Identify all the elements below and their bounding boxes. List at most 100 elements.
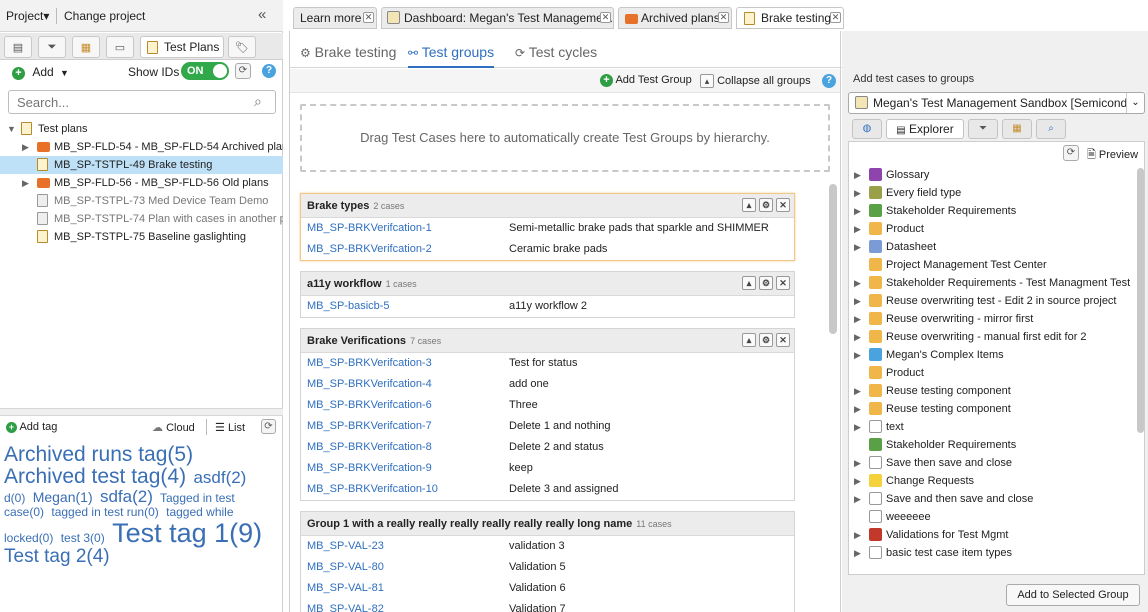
table-row[interactable]: MB_SP-VAL-82 Validation 7 [301,599,794,612]
add-tag-button[interactable]: + Add tag [6,421,57,433]
collapse-icon[interactable]: ▴ [742,333,756,347]
explorer-item[interactable]: Project Management Test Center [849,256,1137,274]
case-id-link[interactable]: MB_SP-BRKVerifcation-4 [307,374,432,395]
tag-link[interactable]: Megan(1) [33,489,93,505]
table-row[interactable]: MB_SP-BRKVerifcation-10 Delete 3 and assi… [301,479,794,500]
tag-link[interactable]: asdf(2) [193,468,246,487]
tree-root[interactable]: ▼ Test plans [0,120,283,138]
chevron-right-icon[interactable]: ▶ [854,418,861,436]
collapse-all-button[interactable]: ▴ Collapse all groups [700,74,811,88]
case-id-link[interactable]: MB_SP-BRKVerifcation-1 [307,218,432,239]
tab-grid[interactable]: ▦ [72,36,100,58]
tab-test-plans[interactable]: Test Plans [140,36,224,58]
tab-tags[interactable]: 🏷 [228,36,256,58]
table-row[interactable]: MB_SP-BRKVerifcation-3 Test for status [301,353,794,374]
tree-item-baseline[interactable]: MB_SP-TSTPL-75 Baseline gaslighting [0,228,283,246]
explorer-item[interactable]: ▶ Reuse testing component [849,400,1137,418]
project-select[interactable]: Megan's Test Management Sandbox [Semicon… [848,92,1145,114]
settings-icon[interactable]: ⚙ [759,333,773,347]
tab-search[interactable]: ⌕ [1036,119,1066,139]
chevron-right-icon[interactable]: ▶ [854,310,861,328]
show-ids-toggle[interactable]: ON [181,62,229,80]
chevron-right-icon[interactable]: ▶ [854,454,861,472]
case-id-link[interactable]: MB_SP-VAL-82 [307,599,384,612]
group-header[interactable]: Brake types 2 cases ▴ ⚙ ✕ [301,194,794,218]
explorer-item[interactable]: ▶ Stakeholder Requirements [849,202,1137,220]
explorer-item[interactable]: weeeeee [849,508,1137,526]
drop-zone[interactable]: Drag Test Cases here to automatically cr… [300,104,830,172]
chevron-right-icon[interactable]: ▶ [854,472,861,490]
tag-link[interactable]: Archived test tag(4) [4,465,186,488]
table-row[interactable]: MB_SP-BRKVerifcation-1 Semi-metallic brak… [301,218,794,239]
add-menu[interactable]: + Add ▼ [12,65,69,80]
chevron-right-icon[interactable]: ▶ [854,202,861,220]
case-id-link[interactable]: MB_SP-BRKVerifcation-10 [307,479,438,500]
case-id-link[interactable]: MB_SP-VAL-80 [307,557,384,578]
doc-tab-archived-plans[interactable]: Archived plans ✕ [618,7,732,29]
chevron-right-icon[interactable]: ▶ [854,292,861,310]
tab-list[interactable]: ▤ [4,36,32,58]
tag-link[interactable]: d(0) [4,491,25,505]
close-icon[interactable]: ✕ [776,198,790,212]
chevron-right-icon[interactable]: ▶ [854,544,861,562]
explorer-item[interactable]: ▶ Validations for Test Mgmt [849,526,1137,544]
explorer-item[interactable]: ▶ Reuse testing component [849,382,1137,400]
explorer-item[interactable]: ▶ Change Requests [849,472,1137,490]
tag-link[interactable]: sdfa(2) [100,487,153,506]
explorer-item[interactable]: ▶ Glossary [849,166,1137,184]
chevron-right-icon[interactable]: ▶ [854,490,861,508]
explorer-item[interactable]: ▶ text [849,418,1137,436]
explorer-item[interactable]: ▶ Every field type [849,184,1137,202]
tab-filter[interactable]: ⏷ [38,36,66,58]
close-icon[interactable]: ✕ [830,12,841,23]
table-row[interactable]: MB_SP-BRKVerifcation-4 add one [301,374,794,395]
chevron-right-icon[interactable]: ▶ [854,382,861,400]
table-row[interactable]: MB_SP-BRKVerifcation-2 Ceramic brake pads [301,239,794,260]
tab-test-groups[interactable]: ⚯ Test groups [408,44,495,68]
search-input[interactable] [8,90,276,114]
help-icon[interactable]: ? [262,64,276,78]
help-icon[interactable]: ? [822,74,836,88]
close-icon[interactable]: ✕ [776,333,790,347]
tree-item-brake-testing[interactable]: MB_SP-TSTPL-49 Brake testing [0,156,283,174]
project-menu[interactable]: Project▾ [6,9,49,23]
table-row[interactable]: MB_SP-BRKVerifcation-9 keep [301,458,794,479]
case-id-link[interactable]: MB_SP-BRKVerifcation-2 [307,239,432,260]
tag-link[interactable]: tagged in test run(0) [51,505,158,519]
tab-window[interactable]: ▭ [106,36,134,58]
explorer-item[interactable]: ▶ Megan's Complex Items [849,346,1137,364]
chevron-right-icon[interactable]: ▶ [854,328,861,346]
close-icon[interactable]: ✕ [600,12,611,23]
explorer-item[interactable]: ▶ Reuse overwriting - mirror first [849,310,1137,328]
chevron-right-icon[interactable]: ▶ [854,184,861,202]
group-header[interactable]: Group 1 with a really really really real… [301,512,794,536]
case-id-link[interactable]: MB_SP-BRKVerifcation-9 [307,458,432,479]
collapse-icon[interactable]: ▴ [742,276,756,290]
doc-tab-dashboard[interactable]: Dashboard: Megan's Test Manageme... ✕ [381,7,614,29]
doc-tab-learn-more[interactable]: Learn more ✕ [293,7,377,29]
table-row[interactable]: MB_SP-VAL-81 Validation 6 [301,578,794,599]
tag-refresh-button[interactable]: ⟳ [261,419,276,434]
explorer-item[interactable]: ▶ Product [849,220,1137,238]
tab-brake-testing[interactable]: ⚙ Brake testing [300,44,396,68]
chevron-right-icon[interactable]: ▶ [854,238,861,256]
explorer-item[interactable]: ▶ basic test case item types [849,544,1137,562]
panel-splitter[interactable] [0,408,283,416]
case-id-link[interactable]: MB_SP-BRKVerifcation-7 [307,416,432,437]
tag-link[interactable]: Test tag 1(9) [112,518,262,548]
tab-test-cycles[interactable]: ⟳ Test cycles [515,44,597,68]
tag-link[interactable]: Archived runs tag(5) [4,443,193,466]
case-id-link[interactable]: MB_SP-BRKVerifcation-8 [307,437,432,458]
collapse-icon[interactable]: ▴ [742,198,756,212]
chevron-right-icon[interactable]: ▶ [854,166,861,184]
chevron-right-icon[interactable]: ▶ [854,526,861,544]
table-row[interactable]: MB_SP-basicb-5 a11y workflow 2 [301,296,794,317]
chevron-right-icon[interactable]: ▶ [854,274,861,292]
tree-item-archived-plans[interactable]: ▶ MB_SP-FLD-54 - MB_SP-FLD-54 Archived p… [0,138,283,156]
table-row[interactable]: MB_SP-VAL-23 validation 3 [301,536,794,557]
case-id-link[interactable]: MB_SP-BRKVerifcation-6 [307,395,432,416]
case-id-link[interactable]: MB_SP-basicb-5 [307,296,390,317]
tab-explorer[interactable]: ▤ Explorer [886,119,964,139]
tag-link[interactable]: test 3(0) [61,531,105,545]
center-scrollbar[interactable] [829,184,837,334]
